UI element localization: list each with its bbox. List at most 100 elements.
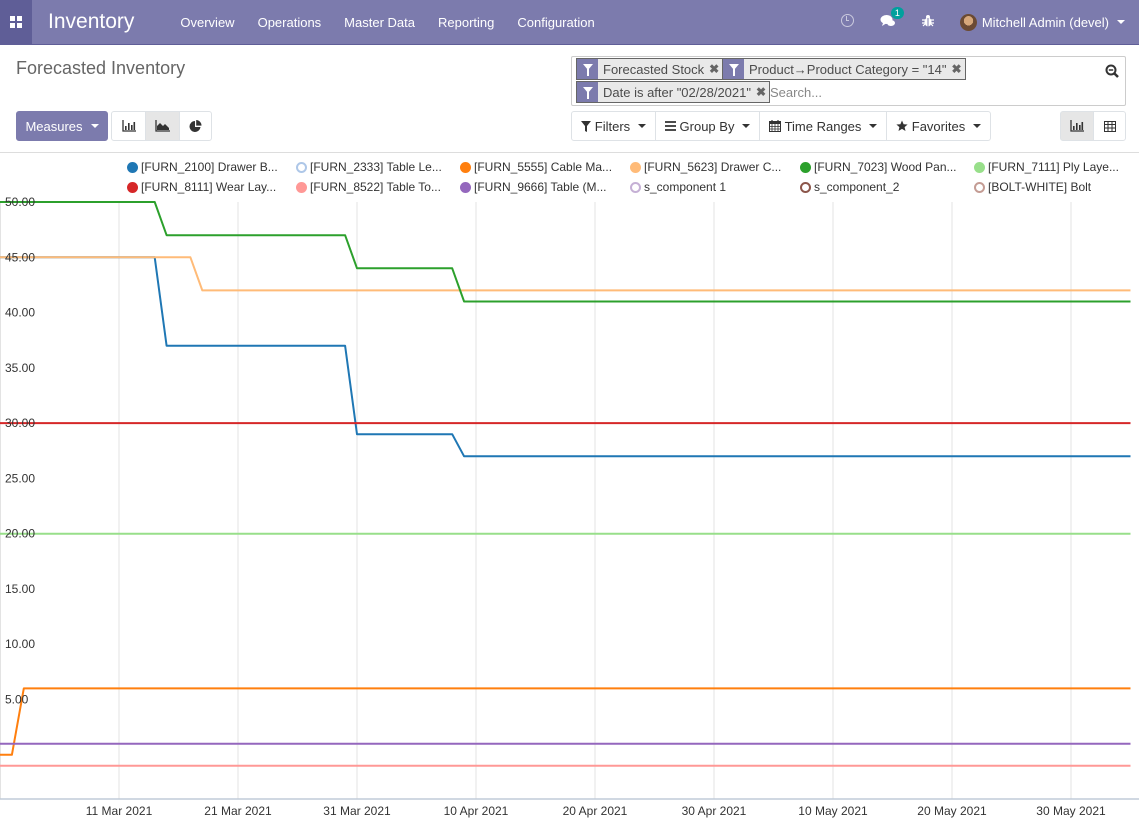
user-name: Mitchell Admin (devel) bbox=[981, 14, 1109, 30]
legend-swatch-icon bbox=[127, 161, 138, 173]
chart-legend: [FURN_2100] Drawer B... [FURN_2333] Table… bbox=[0, 160, 1139, 200]
legend-item[interactable]: [FURN_2100] Drawer B... bbox=[127, 160, 278, 174]
facet-product-category: Product→Product Category = "14" ✖ bbox=[722, 58, 966, 80]
filters-label: Filters bbox=[594, 118, 631, 134]
activity-button[interactable] bbox=[840, 14, 854, 30]
legend-label: [FURN_9666] Table (M... bbox=[474, 180, 607, 194]
legend-label: [FURN_7023] Wood Pan... bbox=[814, 160, 957, 174]
menu-reporting[interactable]: Reporting bbox=[438, 15, 494, 30]
pivot-view-button[interactable] bbox=[1093, 111, 1126, 141]
search-icon[interactable] bbox=[1105, 64, 1119, 78]
avatar bbox=[959, 13, 977, 31]
bug-icon bbox=[921, 15, 934, 27]
facet-label: Forecasted Stock bbox=[603, 61, 705, 77]
legend-item[interactable]: [BOLT-WHITE] Bolt bbox=[974, 180, 1091, 194]
remove-facet-icon[interactable]: ✖ bbox=[951, 62, 961, 76]
legend-swatch-icon bbox=[296, 161, 307, 173]
messages-button[interactable]: 1 bbox=[880, 6, 904, 31]
menu-operations[interactable]: Operations bbox=[258, 15, 322, 30]
legend-item[interactable]: [FURN_5555] Cable Ma... bbox=[460, 160, 612, 174]
legend-swatch-icon bbox=[296, 181, 307, 193]
legend-swatch-icon bbox=[800, 161, 811, 173]
search-input[interactable] bbox=[768, 84, 1088, 101]
legend-swatch-icon bbox=[630, 181, 641, 193]
debug-button[interactable] bbox=[921, 14, 934, 30]
filter-icon bbox=[577, 59, 598, 79]
bar-chart-icon bbox=[121, 120, 136, 132]
legend-item[interactable]: [FURN_2333] Table Le... bbox=[296, 160, 442, 174]
legend-item[interactable]: s_component_2 bbox=[800, 180, 899, 194]
legend-label: [FURN_2333] Table Le... bbox=[310, 160, 442, 174]
legend-label: [FURN_5623] Drawer C... bbox=[644, 160, 782, 174]
legend-label: s_component 1 bbox=[644, 180, 727, 194]
page-title: Forecasted Inventory bbox=[16, 58, 186, 78]
legend-label: s_component_2 bbox=[814, 180, 900, 194]
remove-facet-icon[interactable]: ✖ bbox=[756, 85, 766, 99]
legend-swatch-icon bbox=[974, 181, 985, 193]
caret-down-icon bbox=[1117, 20, 1125, 24]
legend-label: [BOLT-WHITE] Bolt bbox=[988, 180, 1092, 194]
chart-panel bbox=[0, 152, 1139, 820]
facet-label: Product→Product Category = "14" bbox=[749, 61, 947, 77]
groupby-button[interactable]: Group By bbox=[655, 111, 760, 141]
legend-label: [FURN_5555] Cable Ma... bbox=[474, 160, 613, 174]
menu-configuration[interactable]: Configuration bbox=[517, 15, 594, 30]
pie-chart-mode-button[interactable] bbox=[179, 111, 212, 141]
legend-item[interactable]: [FURN_8522] Table To... bbox=[296, 180, 441, 194]
legend-item[interactable]: [FURN_7111] Ply Laye... bbox=[974, 160, 1119, 174]
search-bar: Forecasted Stock ✖ Product→Product Categ… bbox=[571, 56, 1126, 106]
bar-chart-mode-button[interactable] bbox=[111, 111, 146, 141]
legend-label: [FURN_7111] Ply Laye... bbox=[988, 160, 1119, 174]
caret-down-icon bbox=[638, 124, 647, 128]
clock-icon bbox=[840, 14, 854, 27]
legend-item[interactable]: [FURN_5623] Drawer C... bbox=[630, 160, 781, 174]
caret-down-icon bbox=[869, 124, 878, 128]
legend-swatch-icon bbox=[974, 161, 985, 173]
legend-swatch-icon bbox=[630, 161, 641, 173]
legend-item[interactable]: s_component 1 bbox=[630, 180, 726, 194]
caret-down-icon bbox=[90, 124, 99, 128]
groupby-label: Group By bbox=[679, 118, 735, 134]
legend-item[interactable]: [FURN_9666] Table (M... bbox=[460, 180, 607, 194]
messages-badge: 1 bbox=[890, 6, 904, 19]
line-chart-mode-button[interactable] bbox=[145, 111, 180, 141]
filter-icon bbox=[577, 82, 598, 102]
legend-swatch-icon bbox=[460, 181, 471, 193]
legend-swatch-icon bbox=[460, 161, 471, 173]
menu-master-data[interactable]: Master Data bbox=[344, 15, 415, 30]
table-icon bbox=[1103, 120, 1116, 132]
area-chart-icon bbox=[155, 120, 170, 132]
legend-item[interactable]: [FURN_7023] Wood Pan... bbox=[800, 160, 957, 174]
grid-icon bbox=[10, 16, 22, 28]
filter-icon bbox=[580, 120, 591, 132]
facet-date-after: Date is after "02/28/2021" ✖ bbox=[576, 81, 771, 103]
legend-swatch-icon bbox=[127, 181, 138, 193]
filters-button[interactable]: Filters bbox=[571, 111, 656, 141]
caret-down-icon bbox=[973, 124, 982, 128]
time-ranges-button[interactable]: Time Ranges bbox=[759, 111, 887, 141]
facet-label: Date is after "02/28/2021" bbox=[603, 84, 751, 100]
facet-forecasted-stock: Forecasted Stock ✖ bbox=[576, 58, 724, 80]
legend-swatch-icon bbox=[800, 181, 811, 193]
star-icon bbox=[896, 120, 908, 131]
menu-overview[interactable]: Overview bbox=[180, 15, 234, 30]
remove-facet-icon[interactable]: ✖ bbox=[709, 62, 719, 76]
measures-label: Measures bbox=[25, 118, 83, 134]
favorites-button[interactable]: Favorites bbox=[886, 111, 991, 141]
legend-label: [FURN_8522] Table To... bbox=[310, 180, 441, 194]
app-switcher-button[interactable] bbox=[0, 0, 32, 44]
legend-label: [FURN_8111] Wear Lay... bbox=[141, 180, 277, 194]
pie-chart-icon bbox=[189, 119, 202, 132]
favorites-label: Favorites bbox=[911, 118, 966, 134]
caret-down-icon bbox=[742, 124, 751, 128]
calendar-icon bbox=[768, 120, 781, 132]
app-title: Inventory bbox=[48, 10, 135, 33]
legend-item[interactable]: [FURN_8111] Wear Lay... bbox=[127, 180, 276, 194]
filter-icon bbox=[723, 59, 744, 79]
user-menu[interactable]: Mitchell Admin (devel) bbox=[959, 13, 1125, 31]
bar-chart-icon bbox=[1070, 120, 1084, 132]
graph-view-button[interactable] bbox=[1060, 111, 1094, 141]
legend-label: [FURN_2100] Drawer B... bbox=[141, 160, 278, 174]
measures-button[interactable]: Measures bbox=[16, 111, 108, 141]
top-navbar: Inventory Overview Operations Master Dat… bbox=[0, 0, 1139, 45]
